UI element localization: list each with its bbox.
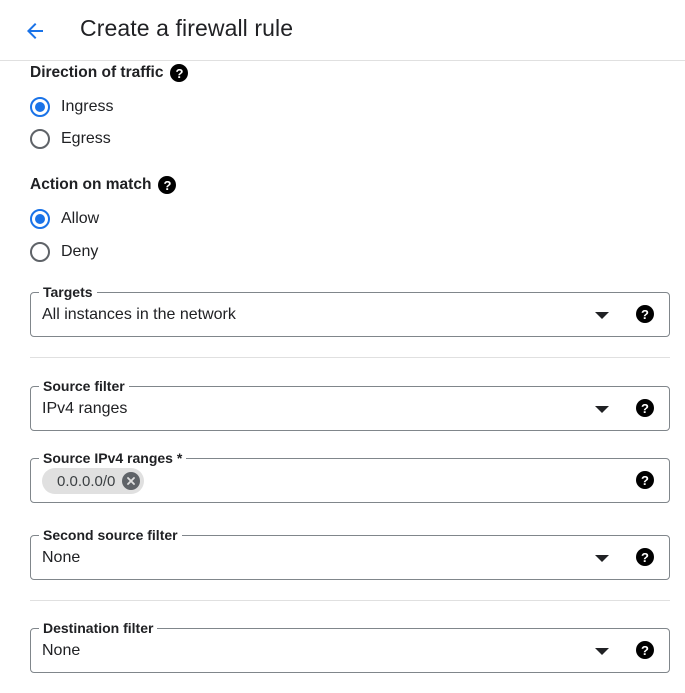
destination-filter-label: Destination filter: [39, 619, 158, 637]
radio-unchecked-icon[interactable]: [30, 129, 50, 149]
action-on-match-label: Action on match: [30, 176, 152, 193]
back-button[interactable]: [20, 16, 50, 46]
radio-ingress[interactable]: Ingress: [30, 97, 113, 117]
radio-allow[interactable]: Allow: [30, 209, 99, 229]
dropdown-arrow-icon[interactable]: [595, 648, 609, 655]
radio-deny-label: Deny: [61, 243, 99, 260]
action-on-match-heading: Action on match ?: [30, 176, 177, 194]
targets-label: Targets: [39, 283, 97, 301]
source-filter-label: Source filter: [39, 377, 129, 395]
help-icon[interactable]: ?: [636, 399, 654, 417]
second-source-filter-select[interactable]: Second source filter None ?: [30, 526, 670, 580]
close-icon: [127, 477, 136, 485]
divider: [30, 357, 670, 358]
second-source-filter-value: None: [42, 549, 81, 566]
radio-ingress-label: Ingress: [61, 98, 114, 115]
source-filter-select[interactable]: Source filter IPv4 ranges ?: [30, 377, 670, 431]
source-ipv4-ranges-input[interactable]: Source IPv4 ranges * 0.0.0.0/0 ?: [30, 449, 670, 503]
help-icon[interactable]: ?: [636, 548, 654, 566]
radio-deny[interactable]: Deny: [30, 242, 98, 262]
help-icon[interactable]: ?: [636, 641, 654, 659]
radio-egress-label: Egress: [61, 130, 111, 147]
radio-egress[interactable]: Egress: [30, 129, 111, 149]
radio-unchecked-icon[interactable]: [30, 242, 50, 262]
direction-of-traffic-heading: Direction of traffic ?: [30, 64, 189, 82]
second-source-filter-label: Second source filter: [39, 526, 182, 544]
radio-allow-label: Allow: [61, 210, 100, 227]
ip-range-chip[interactable]: 0.0.0.0/0: [42, 468, 145, 494]
chip-remove-button[interactable]: [122, 472, 141, 490]
help-icon[interactable]: ?: [158, 176, 177, 194]
help-icon[interactable]: ?: [636, 471, 654, 489]
arrow-back-icon: [27, 23, 43, 39]
help-icon[interactable]: ?: [170, 64, 189, 82]
destination-filter-value: None: [42, 642, 81, 659]
targets-value: All instances in the network: [42, 306, 236, 323]
page-header: Create a firewall rule: [0, 0, 685, 61]
targets-select[interactable]: Targets All instances in the network ?: [30, 283, 670, 337]
dropdown-arrow-icon[interactable]: [595, 312, 609, 319]
source-filter-value: IPv4 ranges: [42, 400, 128, 417]
dropdown-arrow-icon[interactable]: [595, 406, 609, 413]
page-title: Create a firewall rule: [80, 15, 294, 41]
radio-checked-icon[interactable]: [30, 97, 50, 117]
dropdown-arrow-icon[interactable]: [595, 555, 609, 562]
destination-filter-select[interactable]: Destination filter None ?: [30, 619, 670, 673]
ip-range-chip-label: 0.0.0.0/0: [57, 472, 116, 490]
source-ipv4-ranges-label: Source IPv4 ranges *: [39, 449, 187, 467]
help-icon[interactable]: ?: [636, 305, 654, 323]
radio-checked-icon[interactable]: [30, 209, 50, 229]
divider: [30, 600, 670, 601]
direction-of-traffic-label: Direction of traffic: [30, 64, 164, 81]
